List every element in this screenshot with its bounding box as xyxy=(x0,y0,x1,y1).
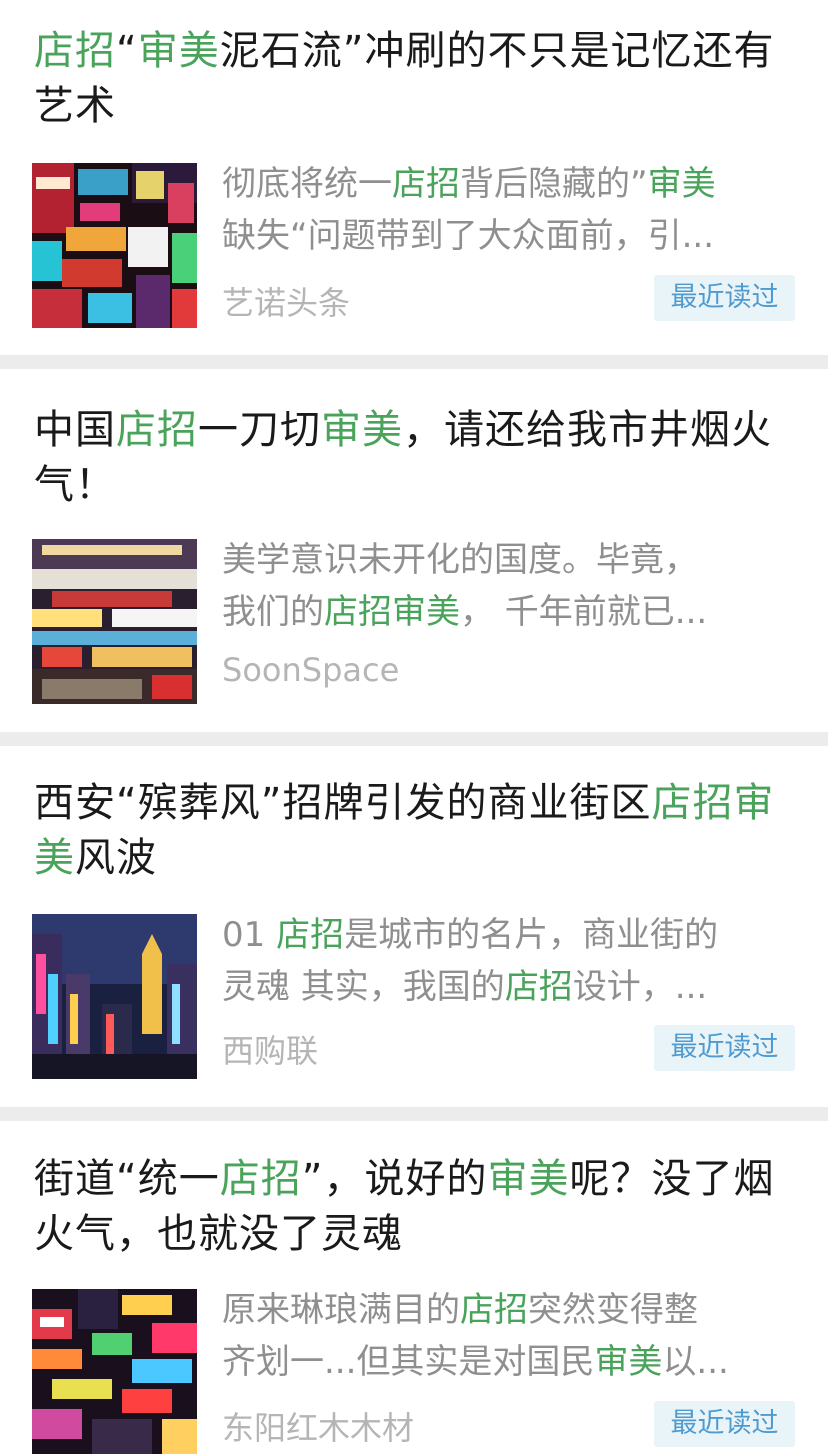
keyword-highlight: 审美 xyxy=(594,1342,663,1382)
article-card-3[interactable]: 西安“殡葬风”招牌引发的商业街区店招审美风波 01 店招是城市的名片，商业街的 … xyxy=(0,746,828,1107)
keyword-highlight: 审美 xyxy=(647,164,716,204)
article-source: 西购联 xyxy=(222,1032,319,1070)
keyword-highlight: 审美 xyxy=(137,28,220,74)
article-summary: 01 店招是城市的名片，商业街的 灵魂 其实，我国的店招设计，... xyxy=(222,909,802,1013)
text-segment: 彻底将统一 xyxy=(222,164,392,204)
keyword-highlight: 审美 xyxy=(487,1156,570,1202)
article-title[interactable]: 中国店招一刀切审美，请还给我市井烟火气！ xyxy=(34,403,804,513)
keyword-highlight: 店招 xyxy=(276,915,345,955)
text-segment: 风波 xyxy=(75,835,157,881)
text-segment: 街道“统一 xyxy=(34,1156,220,1202)
text-segment: 背后隐藏的” xyxy=(460,164,648,204)
article-thumbnail xyxy=(32,914,197,1079)
text-segment: 是城市的名片，商业街的 xyxy=(344,915,719,955)
article-card-4[interactable]: 街道“统一店招”，说好的审美呢？没了烟火气，也就没了灵魂 原来琳琅满目的店招突然… xyxy=(0,1121,828,1454)
text-segment: 美学意识未开化的国度。毕竟， xyxy=(222,540,698,580)
article-title[interactable]: 西安“殡葬风”招牌引发的商业街区店招审美风波 xyxy=(34,776,804,886)
keyword-highlight: 店招审美 xyxy=(324,592,460,632)
card-separator xyxy=(0,1107,828,1121)
text-segment: 西安“殡葬风”招牌引发的商业街区 xyxy=(34,780,652,826)
text-segment: 灵魂 其实，我国的 xyxy=(222,967,505,1007)
article-summary: 彻底将统一店招背后隐藏的”审美 缺失“问题带到了大众面前，引... xyxy=(222,158,802,262)
article-title[interactable]: 街道“统一店招”，说好的审美呢？没了烟火气，也就没了灵魂 xyxy=(34,1152,804,1262)
article-thumbnail xyxy=(32,539,197,704)
text-segment: ”，说好的 xyxy=(301,1156,488,1202)
text-segment: 以... xyxy=(662,1342,729,1382)
recently-read-badge: 最近读过 xyxy=(654,275,795,321)
recently-read-badge: 最近读过 xyxy=(654,1025,795,1071)
text-segment: “ xyxy=(116,28,138,74)
article-card-1[interactable]: 店招“审美泥石流”冲刷的不只是记忆还有艺术 彻底将统一店招背后隐藏的”审美 缺失… xyxy=(0,0,828,355)
text-segment: 齐划一...但其实是对国民 xyxy=(222,1342,595,1382)
article-card-2[interactable]: 中国店招一刀切审美，请还给我市井烟火气！ 美学意识未开化的国度。毕竟， 我们的店… xyxy=(0,369,828,732)
keyword-highlight: 店招 xyxy=(504,967,573,1007)
article-title[interactable]: 店招“审美泥石流”冲刷的不只是记忆还有艺术 xyxy=(34,24,804,134)
text-segment: 一刀切 xyxy=(198,407,321,453)
text-segment: 我们的 xyxy=(222,592,324,632)
keyword-highlight: 店招 xyxy=(392,164,460,204)
text-segment: 缺失“问题带到了大众面前，引... xyxy=(222,216,715,256)
keyword-highlight: 店招 xyxy=(34,28,116,74)
keyword-highlight: 店招 xyxy=(219,1156,302,1202)
article-thumbnail xyxy=(32,163,197,328)
keyword-highlight: 店招 xyxy=(460,1290,528,1330)
article-source: 东阳红木木材 xyxy=(222,1409,415,1447)
card-separator xyxy=(0,732,828,746)
text-segment: ， 千年前就已... xyxy=(460,592,708,632)
text-segment: 原来琳琅满目的 xyxy=(222,1290,460,1330)
text-segment: 突然变得整 xyxy=(528,1290,698,1330)
card-separator xyxy=(0,355,828,369)
article-summary: 美学意识未开化的国度。毕竟， 我们的店招审美， 千年前就已... xyxy=(222,534,802,638)
keyword-highlight: 审美 xyxy=(321,407,403,453)
article-source: 艺诺头条 xyxy=(222,284,351,322)
text-segment: 01 xyxy=(222,915,277,955)
article-summary: 原来琳琅满目的店招突然变得整 齐划一...但其实是对国民审美以... xyxy=(222,1284,802,1388)
recently-read-badge: 最近读过 xyxy=(654,1401,795,1447)
article-thumbnail xyxy=(32,1289,197,1454)
keyword-highlight: 店招 xyxy=(116,407,198,453)
text-segment: 中国 xyxy=(34,407,116,453)
article-source: SoonSpace xyxy=(222,651,400,689)
text-segment: 设计，... xyxy=(572,967,708,1007)
